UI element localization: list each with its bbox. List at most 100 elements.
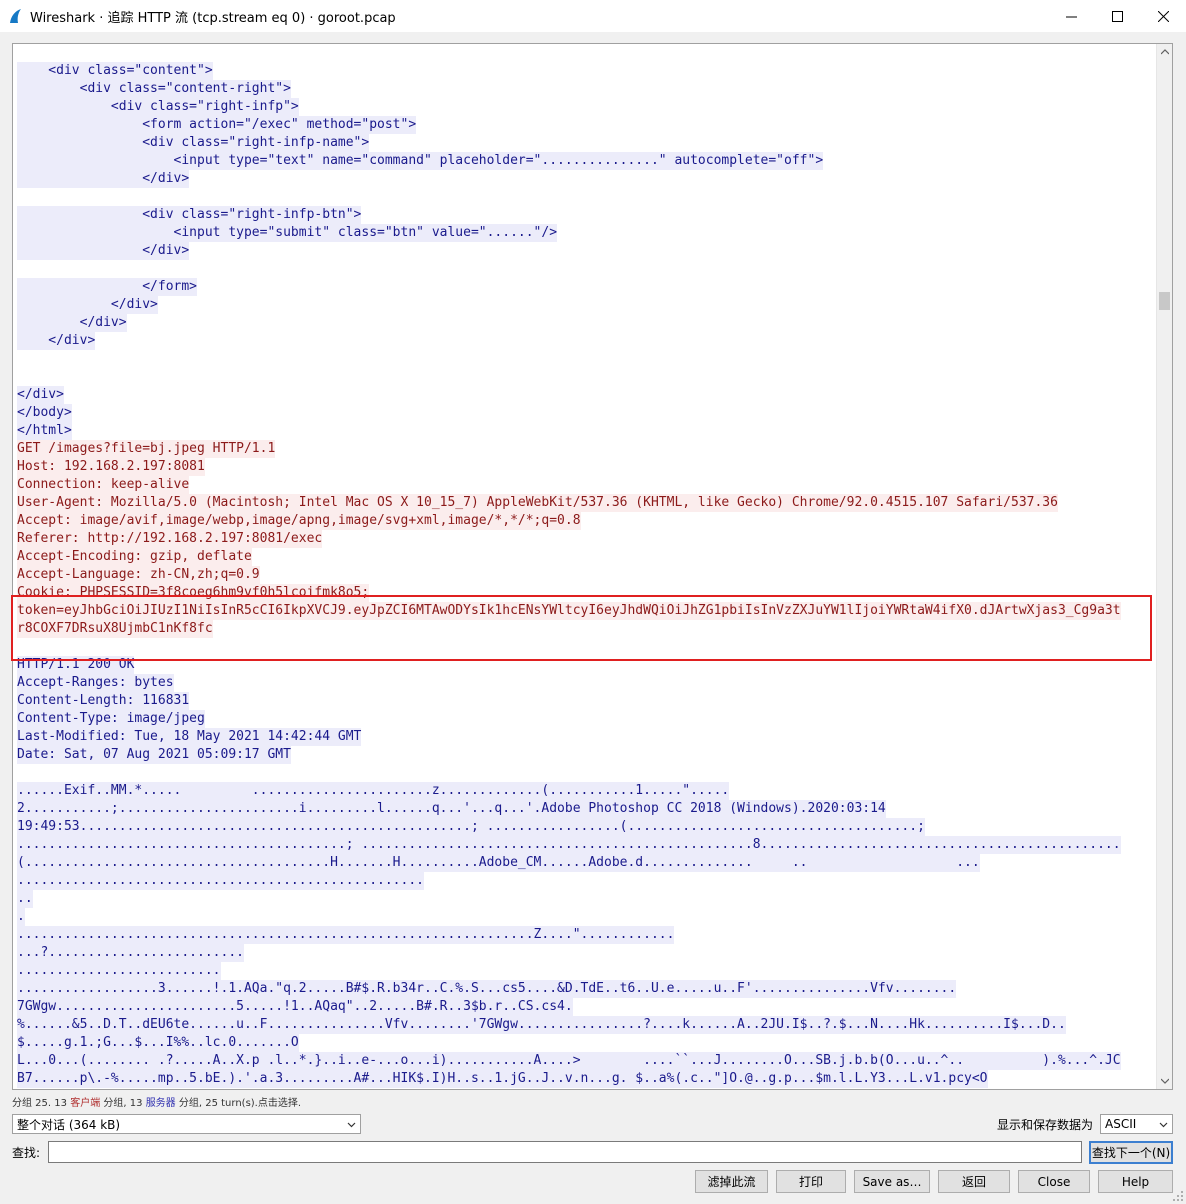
filter-out-stream-button[interactable]: 滤掉此流 — [695, 1170, 768, 1193]
maximize-icon — [1111, 10, 1123, 22]
server-stream-line[interactable]: 19:49:53................................… — [17, 818, 1153, 836]
server-stream-line[interactable]: B7......p\.-%.....mp..5.bE.).'.a.3......… — [17, 1070, 1153, 1088]
server-stream-line[interactable]: .. — [17, 890, 1153, 908]
client-stream-line[interactable]: Host: 192.168.2.197:8081 — [17, 458, 1153, 476]
stream-line-text: </body> — [17, 404, 72, 422]
stream-line-text: ........................................… — [17, 836, 1121, 854]
show-as-label: 显示和保存数据为 — [997, 1118, 1094, 1132]
server-stream-line[interactable]: </html> — [17, 422, 1153, 440]
client-stream-line[interactable]: r8COXF7DRsuX8UjmbC1nKf8fc — [17, 620, 1153, 638]
scrollbar-thumb[interactable] — [1159, 292, 1170, 310]
client-stream-line[interactable]: User-Agent: Mozilla/5.0 (Macintosh; Inte… — [17, 494, 1153, 512]
server-stream-line[interactable]: Last-Modified: Tue, 18 May 2021 14:42:44… — [17, 728, 1153, 746]
resize-grip-icon[interactable] — [1172, 1190, 1184, 1202]
server-stream-line[interactable] — [17, 350, 1153, 368]
server-stream-line[interactable]: Content-Type: image/jpeg — [17, 710, 1153, 728]
find-next-button[interactable]: 查找下一个(N) — [1089, 1141, 1173, 1164]
server-stream-line[interactable]: . — [17, 908, 1153, 926]
minimize-button[interactable] — [1048, 0, 1094, 32]
close-icon — [1157, 10, 1169, 22]
server-stream-line[interactable]: (.......................................… — [17, 854, 1153, 872]
stream-line-text: r8COXF7DRsuX8UjmbC1nKf8fc — [17, 620, 213, 638]
maximize-button[interactable] — [1094, 0, 1140, 32]
server-stream-line[interactable]: ........................................… — [17, 836, 1153, 854]
stream-line-text: User-Agent: Mozilla/5.0 (Macintosh; Inte… — [17, 494, 1058, 512]
conversation-select[interactable]: 整个对话 (364 kB) — [12, 1114, 361, 1134]
server-stream-line[interactable]: <div class="content"> — [17, 62, 1153, 80]
print-button[interactable]: 打印 — [776, 1170, 846, 1193]
stream-line-text: B7......p\.-%.....mp..5.bE.).'.a.3......… — [17, 1070, 988, 1088]
stream-text-pane[interactable]: <div class="content"> <div class="conten… — [12, 43, 1173, 1090]
client-stream-line[interactable]: Referer: http://192.168.2.197:8081/exec — [17, 530, 1153, 548]
server-stream-line[interactable]: Date: Sat, 07 Aug 2021 05:09:17 GMT — [17, 746, 1153, 764]
server-stream-line[interactable]: ...?......................... — [17, 944, 1153, 962]
status-part: 分组, — [103, 1098, 127, 1109]
client-stream-line[interactable]: Accept-Encoding: gzip, deflate — [17, 548, 1153, 566]
stream-line-text: Referer: http://192.168.2.197:8081/exec — [17, 530, 323, 548]
close-window-button[interactable] — [1140, 0, 1186, 32]
client-stream-line[interactable]: Cookie: PHPSESSID=3f8coeg6hm9vf0h5lcoifm… — [17, 584, 1153, 602]
server-stream-line[interactable]: Accept-Ranges: bytes — [17, 674, 1153, 692]
server-stream-line[interactable]: </div> — [17, 386, 1153, 404]
client-stream-line[interactable]: Accept-Language: zh-CN,zh;q=0.9 — [17, 566, 1153, 584]
chevron-up-icon — [1161, 49, 1169, 55]
server-stream-line[interactable]: </div> — [17, 170, 1153, 188]
stream-line-text: ........................................… — [17, 926, 675, 944]
help-button[interactable]: Help — [1098, 1170, 1173, 1193]
stream-line-text: ...?......................... — [17, 944, 244, 962]
chevron-down-icon — [347, 1122, 356, 1128]
scroll-up-arrow[interactable] — [1157, 44, 1172, 60]
stream-line-text: </div> — [17, 296, 158, 314]
server-stream-line[interactable]: </div> — [17, 296, 1153, 314]
client-count: 13 — [54, 1098, 68, 1109]
server-stream-line[interactable]: <div class="right-infp-btn"> — [17, 206, 1153, 224]
client-stream-line[interactable]: token=eyJhbGciOiJIUzI1NiIsInR5cCI6IkpXVC… — [17, 602, 1153, 620]
server-stream-line[interactable]: Content-Length: 116831 — [17, 692, 1153, 710]
show-as-select[interactable]: ASCII — [1100, 1114, 1173, 1134]
server-stream-line[interactable]: <input type="submit" class="btn" value="… — [17, 224, 1153, 242]
save-as-button[interactable]: Save as… — [854, 1170, 930, 1193]
stream-line-text: Accept-Ranges: bytes — [17, 674, 174, 692]
server-stream-line[interactable]: ........................................… — [17, 926, 1153, 944]
client-stream-line[interactable] — [17, 638, 1153, 656]
server-stream-line[interactable]: <form action="/exec" method="post"> — [17, 116, 1153, 134]
vertical-scrollbar[interactable] — [1156, 44, 1172, 1089]
close-button[interactable]: Close — [1018, 1170, 1090, 1193]
server-stream-line[interactable]: </div> — [17, 332, 1153, 350]
server-stream-line[interactable] — [17, 188, 1153, 206]
server-stream-line[interactable]: HTTP/1.1 200 OK — [17, 656, 1153, 674]
find-input[interactable] — [48, 1141, 1082, 1163]
server-stream-line[interactable]: 7GWgw.......................5.....!1..AQ… — [17, 998, 1153, 1016]
stream-line-text: . — [17, 908, 25, 926]
stream-line-text: (.......................................… — [17, 854, 980, 872]
server-stream-line[interactable]: <div class="content-right"> — [17, 80, 1153, 98]
server-stream-line[interactable] — [17, 368, 1153, 386]
stream-line-text: </form> — [17, 278, 198, 296]
server-stream-line[interactable]: ..................3......!.1.AQa."q.2...… — [17, 980, 1153, 998]
server-stream-line[interactable]: .......................... — [17, 962, 1153, 980]
server-stream-line[interactable]: L...0...(........ .?.....A..X.p .l..*.}.… — [17, 1052, 1153, 1070]
server-stream-line[interactable]: <div class="right-infp"> — [17, 98, 1153, 116]
server-stream-line[interactable] — [17, 764, 1153, 782]
back-button[interactable]: 返回 — [938, 1170, 1010, 1193]
server-stream-line[interactable] — [17, 260, 1153, 278]
server-stream-line[interactable]: <input type="text" name="command" placeh… — [17, 152, 1153, 170]
client-stream-line[interactable]: Connection: keep-alive — [17, 476, 1153, 494]
server-stream-line[interactable]: ......Exif..MM.*..... ..................… — [17, 782, 1153, 800]
client-stream-line[interactable]: Accept: image/avif,image/webp,image/apng… — [17, 512, 1153, 530]
stream-line-text: </html> — [17, 422, 72, 440]
server-stream-line[interactable]: </div> — [17, 242, 1153, 260]
client-stream-line[interactable]: GET /images?file=bj.jpeg HTTP/1.1 — [17, 440, 1153, 458]
server-stream-line[interactable]: ........................................… — [17, 872, 1153, 890]
server-stream-line[interactable]: </form> — [17, 278, 1153, 296]
server-label: 服务器 — [145, 1098, 176, 1109]
server-stream-line[interactable]: </body> — [17, 404, 1153, 422]
server-stream-line[interactable]: $.....g.1.;G...$...I%%..lc.0.......O — [17, 1034, 1153, 1052]
server-stream-line[interactable]: 2...........;.......................i...… — [17, 800, 1153, 818]
scroll-down-arrow[interactable] — [1157, 1073, 1172, 1089]
server-stream-line[interactable]: %......&5..D.T..dEU6te......u..F........… — [17, 1016, 1153, 1034]
stream-line-text: Host: 192.168.2.197:8081 — [17, 458, 205, 476]
stream-content[interactable]: <div class="content"> <div class="conten… — [17, 62, 1153, 1088]
server-stream-line[interactable]: </div> — [17, 314, 1153, 332]
server-stream-line[interactable]: <div class="right-infp-name"> — [17, 134, 1153, 152]
